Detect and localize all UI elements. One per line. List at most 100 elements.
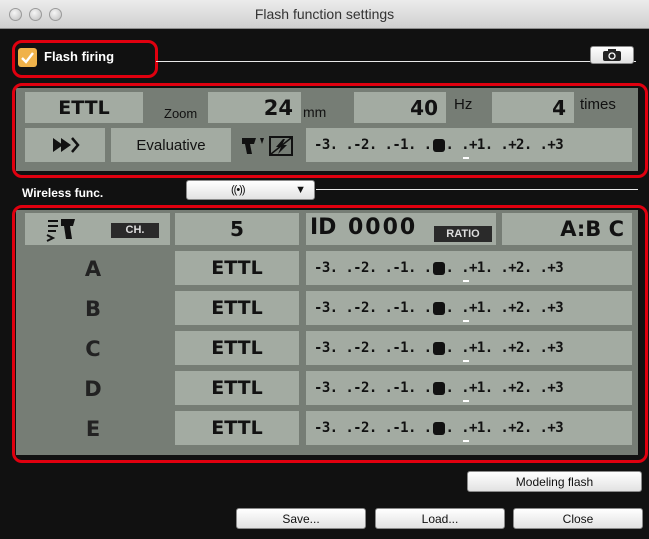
sync-mode-button[interactable] [25, 128, 105, 162]
frequency-unit: Hz [454, 96, 473, 113]
group-mode[interactable]: ETTL [175, 411, 299, 445]
zoom-unit: mm [303, 104, 327, 120]
scale-tick-m1: -1 [392, 260, 409, 276]
group-mode[interactable]: ETTL [175, 251, 299, 285]
group-letter: A [84, 257, 102, 281]
group-letter: B [84, 297, 101, 321]
scale-position-indicator [463, 360, 469, 362]
scale-tick-m2: -2 [353, 137, 369, 153]
id-field[interactable]: ID 0000 RATIO [306, 213, 496, 245]
scale-tick-m1: -1 [392, 420, 409, 436]
flash-firing-checkbox[interactable] [18, 48, 37, 67]
group-mode[interactable]: ETTL [175, 371, 299, 405]
times-value[interactable]: 4 [492, 92, 574, 123]
scale-position-indicator [463, 440, 469, 442]
group-compensation-scale[interactable]: -3. . -2. . -1. .. . +1. . +2. . +3 [306, 331, 632, 365]
group-compensation-scale[interactable]: -3. . -2. . -1. .. . +1. . +2. . +3 [306, 411, 632, 445]
scale-zero-marker [432, 341, 445, 355]
flash-exposure-compensation-icon [242, 136, 293, 156]
scale-tick-p2: +2 [508, 300, 524, 316]
scale-tick-m3: -3 [314, 380, 330, 396]
scale-zero-marker [432, 301, 445, 315]
scale-tick-p1: +1 [469, 260, 485, 276]
channel-label: CH. [111, 223, 159, 238]
master-flash-icon [46, 219, 75, 242]
scale-position-indicator [463, 280, 469, 282]
scale-tick-p3: +3 [547, 420, 564, 436]
wireless-select[interactable]: ((•)) ▼ [186, 180, 315, 200]
window-title: Flash function settings [254, 6, 395, 22]
scale-tick-m1: -1 [392, 137, 409, 153]
id-value: 0000 [348, 215, 418, 240]
scale-position-indicator [463, 400, 469, 402]
checkmark-icon [21, 52, 34, 64]
wireless-label: Wireless func. [22, 186, 104, 200]
frequency-value[interactable]: 40 [354, 92, 446, 123]
chevron-down-icon: ▼ [295, 184, 306, 196]
scale-tick-m3: -3 [314, 420, 330, 436]
zoom-label: Zoom [164, 106, 198, 121]
scale-tick-p1: +1 [469, 380, 485, 396]
fec-icon-group [238, 134, 302, 158]
scale-tick-p1: +1 [469, 300, 485, 316]
group-compensation-scale[interactable]: -3. . -2. . -1. .. . +1. . +2. . +3 [306, 251, 632, 285]
flash-mode-display[interactable]: ETTL [25, 92, 143, 123]
flash-firing-label: Flash firing [44, 49, 115, 64]
scale-zero-marker [432, 138, 445, 152]
camera-settings-button[interactable] [590, 46, 634, 64]
zoom-value[interactable]: 24 [208, 92, 301, 123]
scale-tick-p1: +1 [469, 137, 485, 153]
scale-tick-m1: -1 [392, 380, 409, 396]
scale-tick-p3: +3 [547, 137, 564, 153]
high-speed-sync-icon [53, 137, 80, 153]
scale-zero-marker [432, 381, 445, 395]
scale-tick-m3: -3 [314, 137, 330, 153]
wireless-radio-icon: ((•)) [231, 184, 245, 196]
scale-tick-m2: -2 [353, 300, 369, 316]
group-mode[interactable]: ETTL [175, 331, 299, 365]
modeling-flash-button[interactable]: Modeling flash [467, 471, 642, 492]
scale-tick-m1: -1 [392, 300, 409, 316]
group-compensation-scale[interactable]: -3. . -2. . -1. .. . +1. . +2. . +3 [306, 291, 632, 325]
ratio-label: RATIO [434, 226, 492, 242]
flash-compensation-scale[interactable]: -3. . -2. . -1. .. . +1. . +2. . +3 [306, 128, 632, 162]
scale-tick-p3: +3 [547, 340, 564, 356]
master-settings-button[interactable]: CH. [25, 213, 170, 245]
load-button[interactable]: Load... [375, 508, 505, 529]
scale-tick-m2: -2 [353, 340, 369, 356]
scale-tick-p2: +2 [508, 420, 524, 436]
scale-tick-m2: -2 [353, 380, 369, 396]
scale-tick-p3: +3 [547, 260, 564, 276]
scale-tick-m2: -2 [353, 420, 369, 436]
group-mode[interactable]: ETTL [175, 291, 299, 325]
camera-rotate-icon [603, 49, 621, 61]
group-letter: D [84, 377, 102, 401]
scale-position-indicator [463, 320, 469, 322]
group-compensation-scale[interactable]: -3. . -2. . -1. .. . +1. . +2. . +3 [306, 371, 632, 405]
title-bar: Flash function settings [0, 0, 649, 29]
scale-zero-marker [432, 421, 445, 435]
channel-value[interactable]: 5 [175, 213, 299, 245]
group-letter: E [85, 417, 101, 441]
metering-mode[interactable]: Evaluative [111, 128, 231, 162]
scale-tick-p2: +2 [508, 340, 524, 356]
scale-tick-p2: +2 [508, 380, 524, 396]
scale-tick-p2: +2 [508, 137, 524, 153]
close-button[interactable]: Close [513, 508, 643, 529]
scale-tick-m2: -2 [353, 260, 369, 276]
flash-settings-window: Flash function settings Flash firing ETT… [0, 0, 649, 539]
callout-line-2 [316, 189, 638, 190]
scale-tick-m3: -3 [314, 260, 330, 276]
scale-tick-m3: -3 [314, 300, 330, 316]
scale-tick-p1: +1 [469, 420, 485, 436]
callout-line-1 [156, 61, 636, 62]
scale-tick-m1: -1 [392, 340, 409, 356]
scale-tick-p2: +2 [508, 260, 524, 276]
save-button[interactable]: Save... [236, 508, 366, 529]
ratio-value[interactable]: A:B C [502, 213, 632, 245]
id-label: ID [310, 215, 337, 240]
scale-tick-m3: -3 [314, 340, 330, 356]
group-letter: C [85, 337, 101, 361]
scale-position-indicator [463, 157, 469, 159]
scale-tick-p3: +3 [547, 380, 564, 396]
